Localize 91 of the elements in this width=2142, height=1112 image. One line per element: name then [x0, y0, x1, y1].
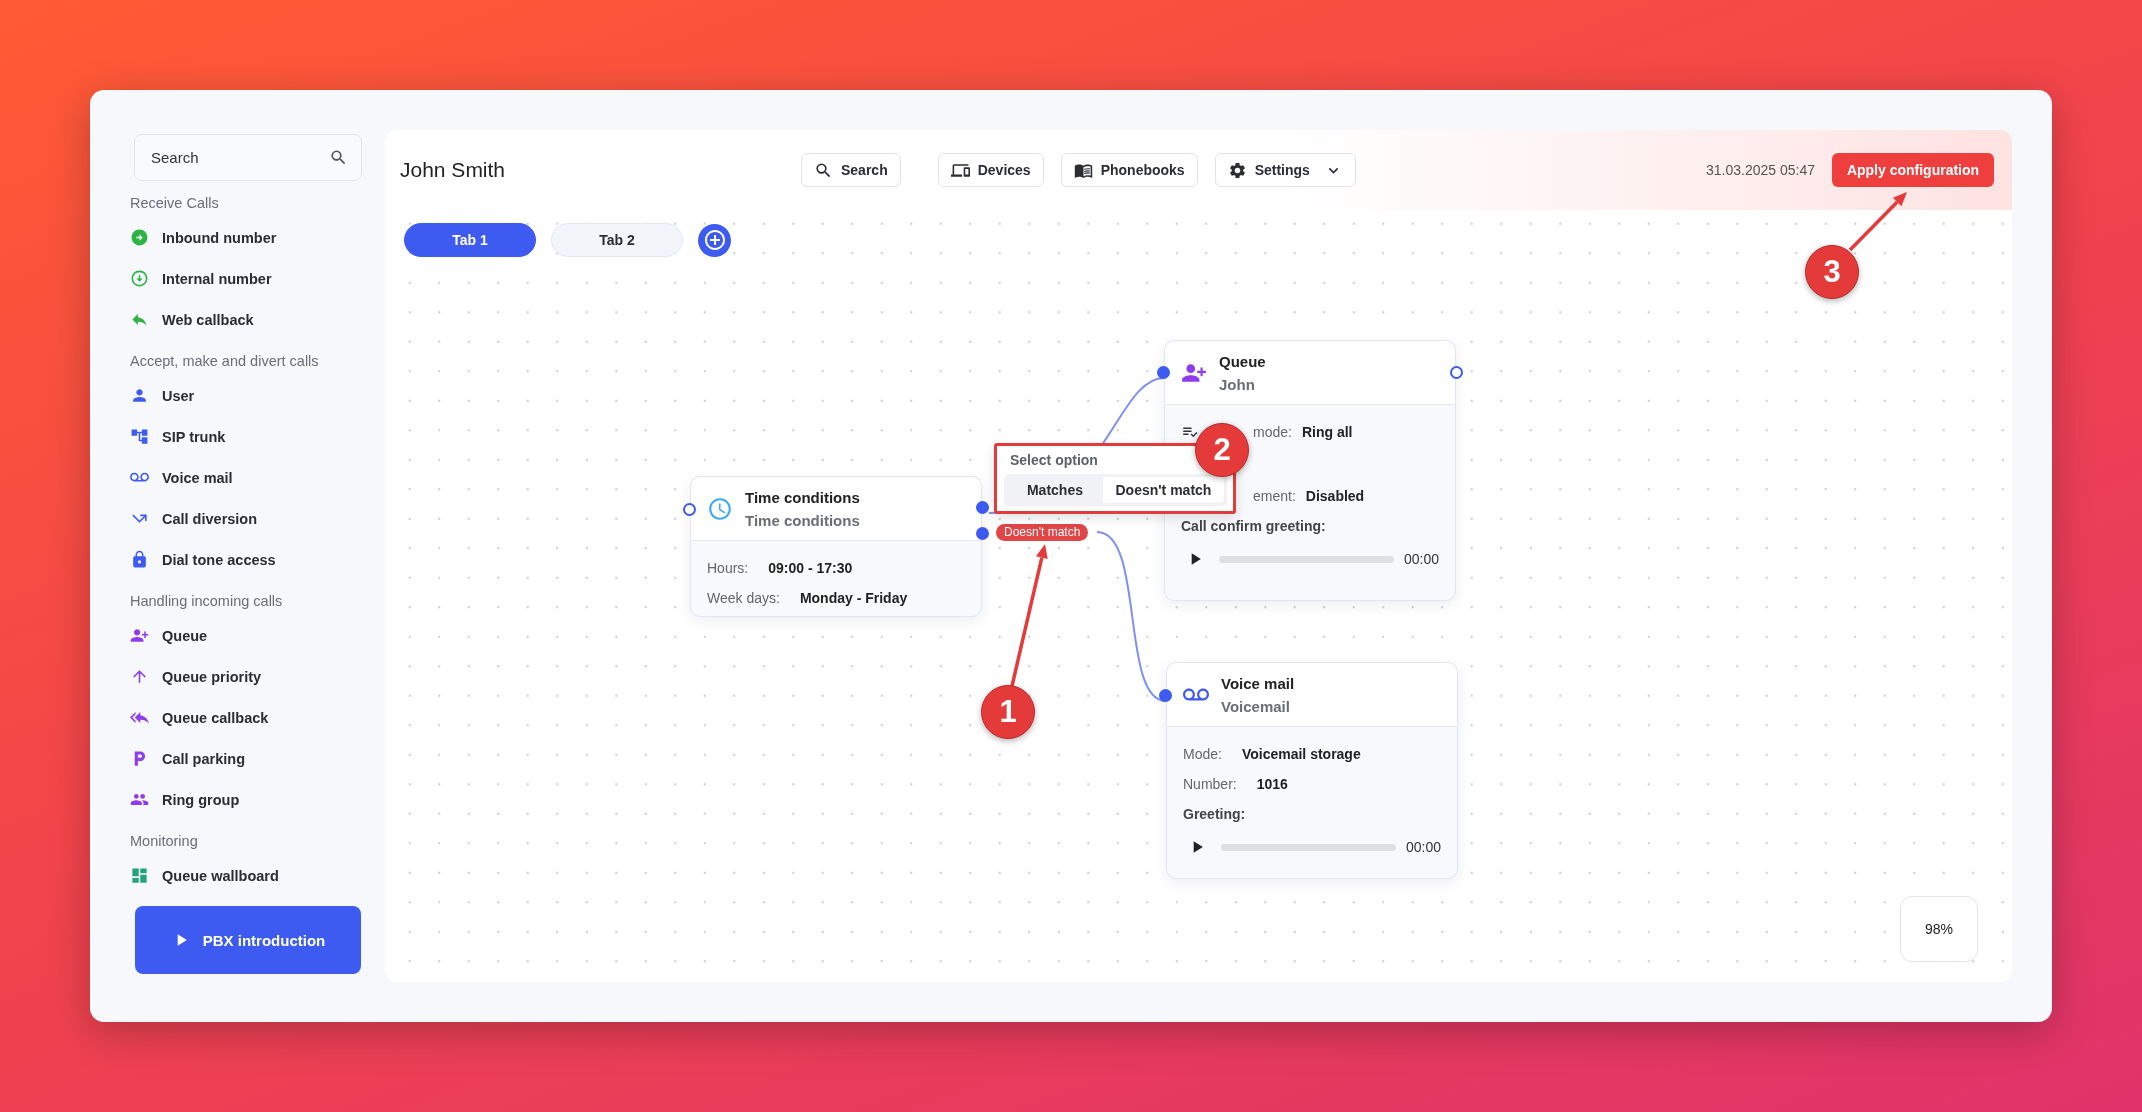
apply-button[interactable]: Apply configuration — [1832, 153, 1994, 187]
sidebar-item[interactable]: Queue wallboard — [130, 855, 385, 896]
item-label: Web callback — [162, 311, 254, 328]
intro-button[interactable]: PBX introduction — [135, 906, 361, 974]
item-label: Queue priority — [162, 668, 262, 685]
flow-node[interactable]: Voice mail Voicemail Mode: Voicemail storage Number: 1016 Greeting: 00:00 — [1166, 662, 1458, 879]
field-value: Voicemail storage — [1241, 746, 1361, 762]
audio-progress-track[interactable] — [1221, 843, 1396, 851]
item-label: Queue callback — [162, 709, 269, 726]
node-title: Voice mail — [1221, 674, 1295, 692]
plus-icon — [702, 228, 727, 252]
toolbar-button[interactable]: Phonebooks — [1060, 153, 1198, 187]
field-label: mode: — [1253, 424, 1292, 440]
item-icon — [130, 269, 149, 288]
item-label: Internal number — [162, 270, 272, 287]
edge-label[interactable]: Doesn't match — [996, 524, 1089, 541]
sidebar-item[interactable]: Web callback — [130, 299, 385, 340]
sidebar-item[interactable]: Dial tone access — [130, 539, 385, 580]
item-icon — [130, 667, 149, 686]
option-button[interactable]: Matches — [1007, 477, 1103, 503]
sidebar-item[interactable]: Queue priority — [130, 656, 385, 697]
date-time: 31.03.2025 05:47 — [1706, 162, 1815, 178]
audio-time: 00:00 — [1405, 839, 1441, 855]
field-value: 1016 — [1256, 776, 1288, 792]
sidebar-item[interactable]: Queue callback — [130, 697, 385, 738]
sidebar-item[interactable]: Ring group — [130, 779, 385, 820]
settings-icon — [1227, 160, 1247, 180]
item-label: Inbound number — [162, 229, 277, 246]
item-label: Dial tone access — [162, 551, 276, 568]
item-label: Ring group — [162, 791, 240, 808]
field-value: 09:00 - 17:30 — [768, 560, 853, 576]
sidebar-item[interactable]: Voice mail — [130, 457, 385, 498]
sidebar-item[interactable]: Call parking — [130, 738, 385, 779]
node-subtitle: Time conditions — [745, 511, 860, 529]
node-title: Queue — [1219, 352, 1266, 370]
field-label: Mode: — [1183, 746, 1222, 762]
node-title: Time conditions — [745, 488, 860, 506]
toolbar-button[interactable]: Search — [801, 153, 901, 187]
step-marker: 1 — [981, 685, 1035, 739]
audio-time: 00:00 — [1403, 551, 1439, 567]
sidebar-item[interactable]: Call diversion — [130, 498, 385, 539]
field-value: Disabled — [1305, 488, 1365, 504]
flow-node[interactable]: Time conditions Time conditions Hours: 09:00 - 17:30 Week days: Monday - Friday — [690, 476, 982, 617]
add-tab-button[interactable] — [698, 223, 731, 257]
sidebar-item[interactable]: Internal number — [130, 258, 385, 299]
search-icon — [814, 160, 833, 180]
item-icon — [130, 386, 149, 405]
tab[interactable]: Tab 1 — [404, 223, 536, 257]
toolbar-button[interactable]: Devices — [937, 153, 1044, 187]
field-value: Ring all — [1301, 424, 1353, 440]
item-label: Queue — [162, 627, 208, 644]
zoom-level[interactable]: 98% — [1900, 896, 1978, 962]
item-icon — [130, 866, 149, 885]
toolbar-button[interactable]: Settings — [1214, 153, 1356, 187]
item-icon — [130, 550, 149, 569]
item-icon — [130, 626, 149, 645]
search-icon — [329, 148, 348, 167]
item-label: Voice mail — [162, 469, 233, 486]
field-heading: Call confirm greeting: — [1181, 518, 1326, 534]
node-subtitle: Voicemail — [1221, 697, 1291, 715]
item-label: Call parking — [162, 750, 245, 767]
field-label: ement: — [1253, 488, 1296, 504]
node-subtitle: John — [1219, 375, 1256, 393]
item-label: SIP trunk — [162, 428, 226, 445]
sidebar-item[interactable]: User — [130, 375, 385, 416]
step-marker: 3 — [1805, 245, 1859, 299]
item-label: User — [162, 387, 195, 404]
annotation-arrow — [1848, 192, 1907, 252]
item-label: Queue wallboard — [162, 867, 279, 884]
popup-title: Select option — [1010, 452, 1099, 470]
sidebar-item[interactable]: SIP trunk — [130, 416, 385, 457]
tab[interactable]: Tab 2 — [551, 223, 683, 257]
node-icon — [707, 495, 733, 522]
item-icon — [130, 427, 149, 446]
item-icon — [130, 228, 149, 247]
sidebar-item[interactable]: Queue — [130, 615, 385, 656]
section-title: Handling incoming calls — [130, 592, 284, 611]
section-title: Monitoring — [130, 832, 199, 851]
field-value: Monday - Friday — [799, 590, 908, 606]
option-button[interactable]: Doesn't match — [1102, 477, 1224, 503]
page-title: John Smith — [400, 158, 507, 182]
field-label: Week days: — [707, 590, 780, 606]
field-label: Hours: — [707, 560, 749, 576]
sidebar-item[interactable]: Inbound number — [130, 217, 385, 258]
section-title: Accept, make and divert calls — [130, 352, 320, 371]
search-field[interactable]: Search — [134, 134, 362, 181]
field-label: Number: — [1183, 776, 1237, 792]
audio-progress-track[interactable] — [1219, 555, 1394, 563]
item-label: Call diversion — [162, 510, 258, 527]
field-heading: Greeting: — [1183, 806, 1246, 822]
section-title: Receive Calls — [130, 194, 220, 213]
